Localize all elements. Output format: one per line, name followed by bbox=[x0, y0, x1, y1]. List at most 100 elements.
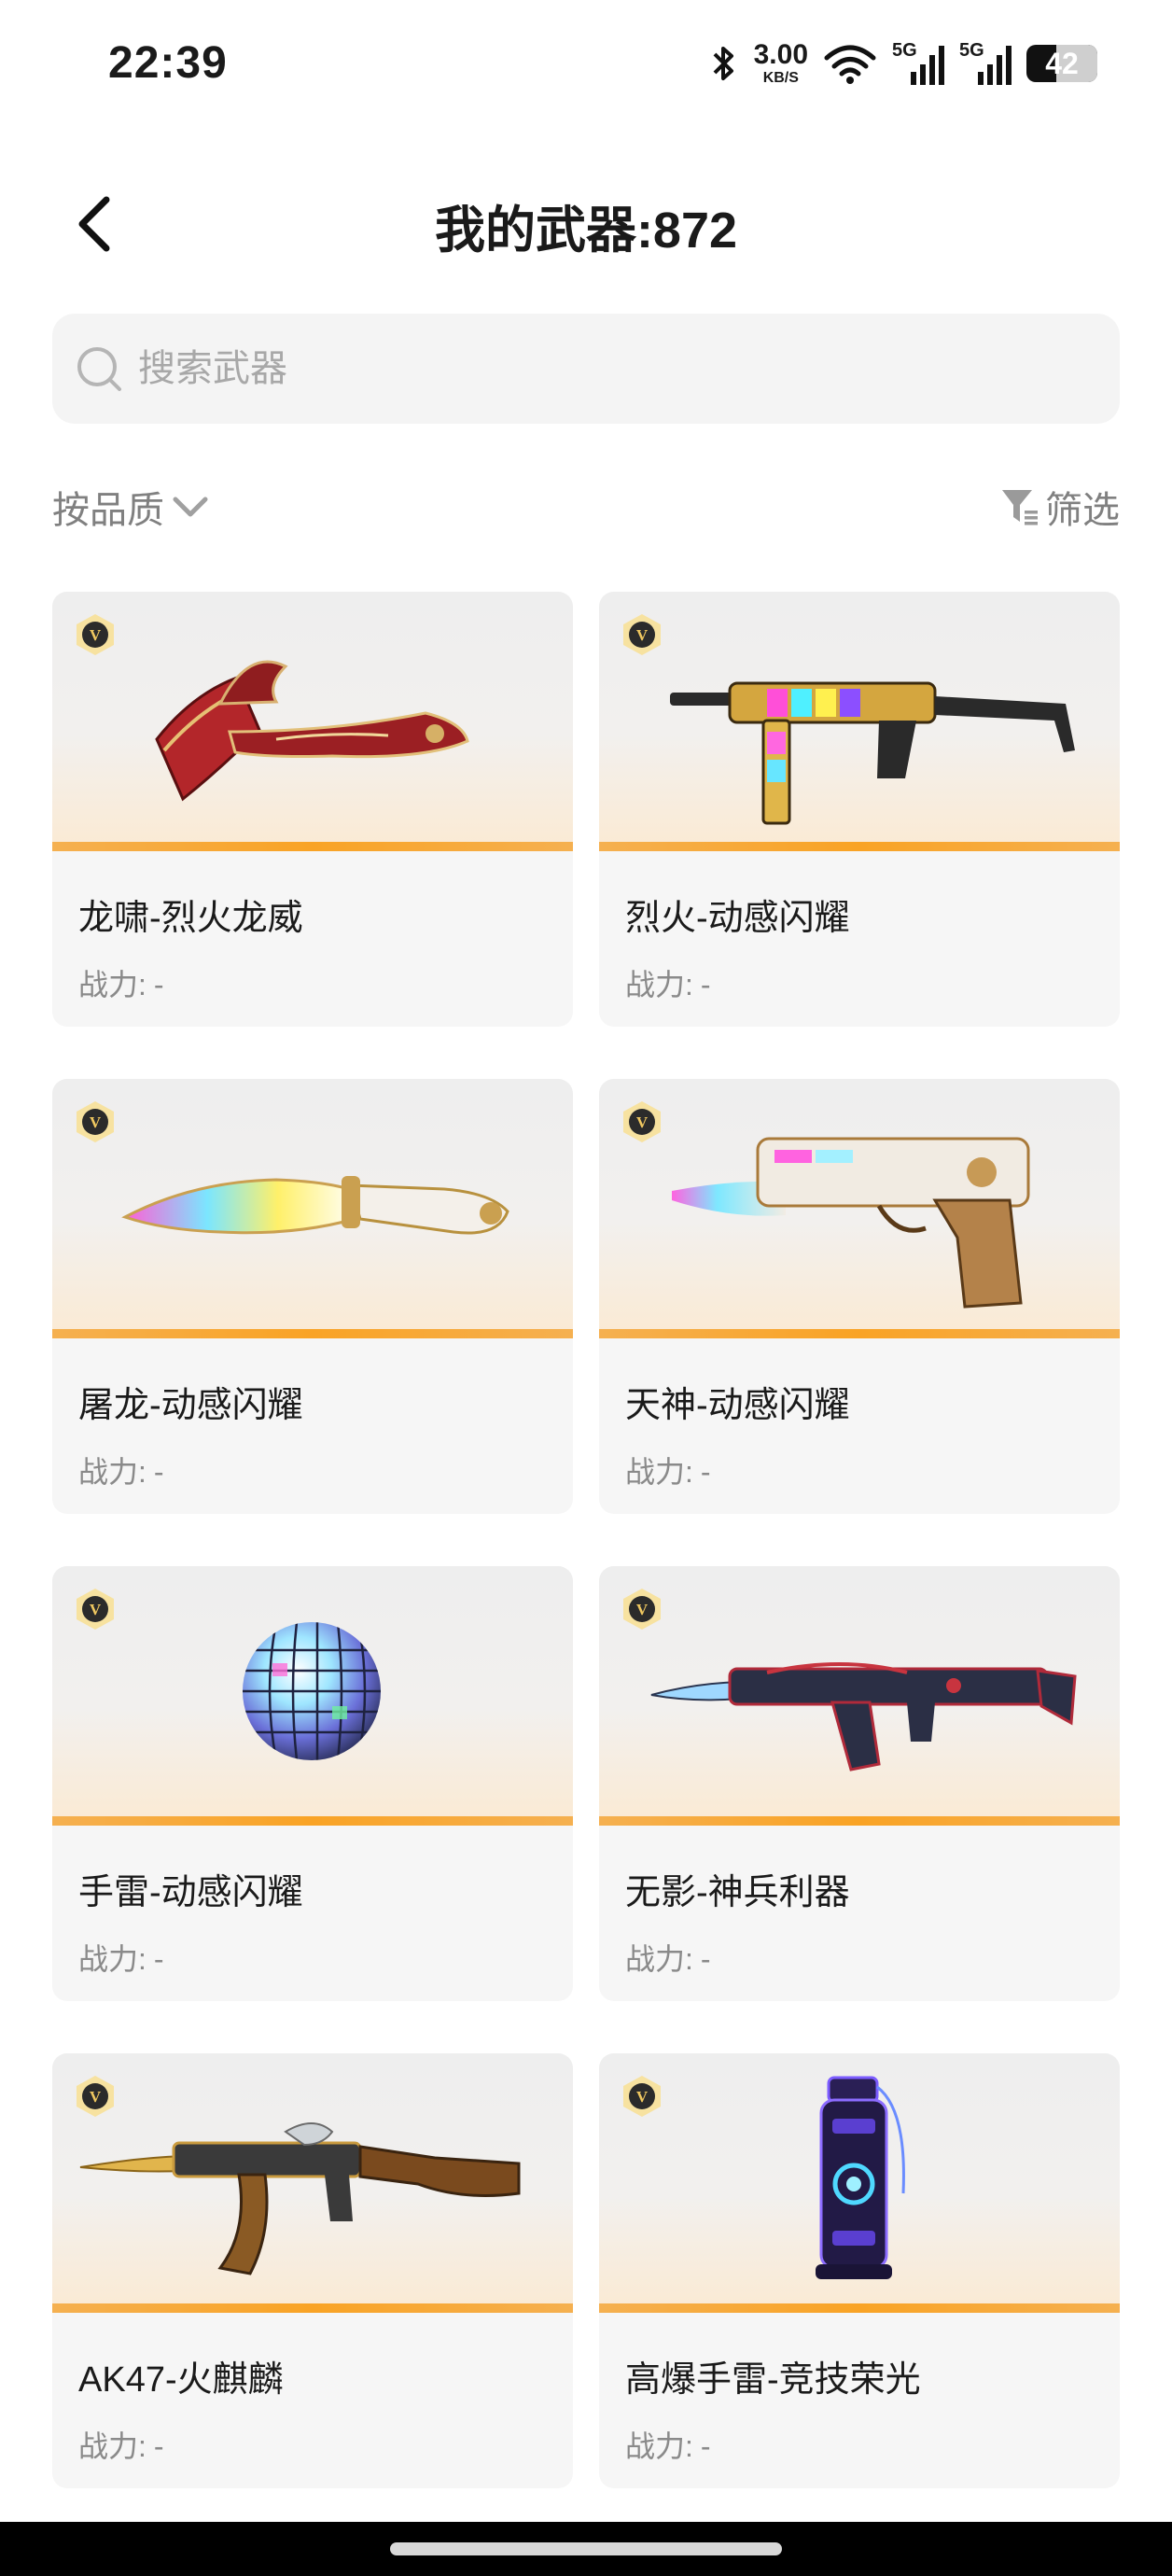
axe-icon bbox=[155, 660, 469, 802]
power-label: 战力: bbox=[78, 1942, 146, 1976]
weapon-power: 战力: - bbox=[625, 961, 711, 1004]
signal-5g-2: 5G bbox=[959, 40, 1012, 87]
v-badge-letter: V bbox=[636, 1601, 649, 1618]
weapon-name: 天神-动感闪耀 bbox=[625, 1386, 850, 1425]
power-value: - bbox=[700, 1942, 711, 1976]
power-label: 战力: bbox=[625, 1455, 693, 1489]
v-badge-letter: V bbox=[90, 2088, 102, 2106]
signal-5g-1: 5G bbox=[892, 40, 944, 87]
sort-label: 按品质 bbox=[52, 490, 164, 531]
weapon-image: V bbox=[52, 592, 573, 851]
filter-row: 按品质 筛选 bbox=[52, 472, 1120, 538]
weapon-power: 战力: - bbox=[625, 1936, 711, 1979]
v-badge-icon: V bbox=[77, 1589, 114, 1630]
weapon-power: 战力: - bbox=[625, 2423, 711, 2466]
weapon-image: V bbox=[52, 1079, 573, 1338]
page-title: 我的武器:872 bbox=[434, 203, 738, 259]
nav-bar: 我的武器:872 bbox=[0, 168, 1172, 271]
v-badge-icon: V bbox=[623, 614, 661, 655]
network-speed-value: 3.00 bbox=[753, 39, 808, 70]
weapon-power: 战力: - bbox=[78, 1936, 164, 1979]
power-value: - bbox=[700, 2429, 711, 2463]
v-badge-letter: V bbox=[636, 2088, 649, 2106]
weapon-card[interactable]: V 高爆手雷-竞技荣光 战力: - bbox=[599, 2053, 1120, 2488]
network-speed-unit: KB/S bbox=[762, 70, 799, 86]
smg-icon bbox=[670, 681, 1075, 825]
power-value: - bbox=[153, 968, 164, 1001]
weapon-name: 屠龙-动感闪耀 bbox=[78, 1386, 303, 1425]
weapon-name: 手雷-动感闪耀 bbox=[78, 1873, 303, 1912]
home-indicator[interactable] bbox=[390, 2542, 782, 2555]
ak47-icon bbox=[79, 2122, 521, 2275]
bluetooth-icon bbox=[713, 47, 733, 80]
weapon-image: V bbox=[599, 592, 1120, 851]
power-value: - bbox=[153, 1455, 164, 1489]
weapon-power: 战力: - bbox=[78, 1449, 164, 1491]
system-nav-bar bbox=[0, 2522, 1172, 2576]
canister-grenade-icon bbox=[816, 2076, 905, 2279]
weapon-card[interactable]: V 屠龙-动感闪耀 战力: - bbox=[52, 1079, 573, 1514]
weapon-card[interactable]: V 天神-动感闪耀 战力: - bbox=[599, 1079, 1120, 1514]
signal-bars-icon bbox=[978, 46, 1012, 85]
status-time: 22:39 bbox=[108, 38, 228, 88]
pistol-icon bbox=[672, 1137, 1030, 1309]
weapon-image: V bbox=[599, 1079, 1120, 1338]
v-badge-letter: V bbox=[90, 1601, 102, 1618]
weapon-card[interactable]: V 龙啸-烈火龙威 战力: - bbox=[52, 592, 573, 1027]
v-badge-icon: V bbox=[623, 1101, 661, 1142]
rifle-icon bbox=[650, 1662, 1077, 1771]
chevron-down-icon bbox=[173, 497, 208, 517]
sort-by-quality-dropdown[interactable]: 按品质 bbox=[52, 480, 209, 534]
weapon-card[interactable]: V 手雷-动感闪耀 战力: - bbox=[52, 1566, 573, 2001]
weapon-image: V bbox=[52, 1566, 573, 1826]
weapon-card[interactable]: V 无影-神兵利器 战力: - bbox=[599, 1566, 1120, 2001]
power-value: - bbox=[153, 2429, 164, 2463]
power-value: - bbox=[700, 968, 711, 1001]
status-bar: 22:39 3.00 KB/S 5G 5G 42 bbox=[0, 0, 1172, 131]
weapon-name: 烈火-动感闪耀 bbox=[625, 899, 850, 938]
filter-label: 筛选 bbox=[1045, 490, 1120, 531]
v-badge-icon: V bbox=[77, 2076, 114, 2117]
disco-grenade-icon bbox=[243, 1622, 381, 1760]
weapon-image: V bbox=[52, 2053, 573, 2313]
weapon-name: 无影-神兵利器 bbox=[625, 1873, 850, 1912]
weapon-name: 龙啸-烈火龙威 bbox=[78, 899, 303, 938]
power-label: 战力: bbox=[625, 2429, 693, 2463]
power-value: - bbox=[700, 1455, 711, 1489]
weapon-power: 战力: - bbox=[78, 961, 164, 1004]
search-icon bbox=[77, 347, 121, 391]
v-badge-icon: V bbox=[623, 1589, 661, 1630]
v-badge-letter: V bbox=[90, 626, 102, 644]
signal-bars-icon bbox=[911, 46, 944, 85]
blade-icon bbox=[121, 1176, 509, 1235]
search-box[interactable] bbox=[52, 314, 1120, 424]
weapon-image: V bbox=[599, 1566, 1120, 1826]
v-badge-icon: V bbox=[623, 2076, 661, 2117]
power-label: 战力: bbox=[78, 2429, 146, 2463]
v-badge-letter: V bbox=[90, 1113, 102, 1131]
battery-icon: 42 bbox=[1026, 45, 1097, 82]
filter-button[interactable]: 筛选 bbox=[998, 480, 1120, 534]
power-value: - bbox=[153, 1942, 164, 1976]
network-speed: 3.00 KB/S bbox=[754, 41, 808, 86]
weapon-name: 高爆手雷-竞技荣光 bbox=[625, 2360, 921, 2400]
funnel-icon bbox=[1002, 490, 1038, 525]
weapon-grid: V 龙啸-烈火龙威 战力: - V 烈火-动感闪耀 战力: - V 屠龙-动感闪… bbox=[52, 592, 1120, 2488]
power-label: 战力: bbox=[78, 1455, 146, 1489]
wifi-icon bbox=[824, 45, 876, 84]
weapon-name: AK47-火麒麟 bbox=[78, 2360, 284, 2400]
weapon-card[interactable]: V 烈火-动感闪耀 战力: - bbox=[599, 592, 1120, 1027]
v-badge-letter: V bbox=[636, 626, 649, 644]
power-label: 战力: bbox=[625, 1942, 693, 1976]
battery-level: 42 bbox=[1045, 46, 1079, 80]
v-badge-letter: V bbox=[636, 1113, 649, 1131]
weapon-power: 战力: - bbox=[78, 2423, 164, 2466]
weapon-power: 战力: - bbox=[625, 1449, 711, 1491]
weapon-image: V bbox=[599, 2053, 1120, 2313]
status-icons: 3.00 KB/S 5G 5G 42 bbox=[709, 35, 1097, 91]
v-badge-icon: V bbox=[77, 1101, 114, 1142]
power-label: 战力: bbox=[78, 968, 146, 1001]
weapon-card[interactable]: V AK47-火麒麟 战力: - bbox=[52, 2053, 573, 2488]
v-badge-icon: V bbox=[77, 614, 114, 655]
search-input[interactable] bbox=[138, 347, 978, 390]
